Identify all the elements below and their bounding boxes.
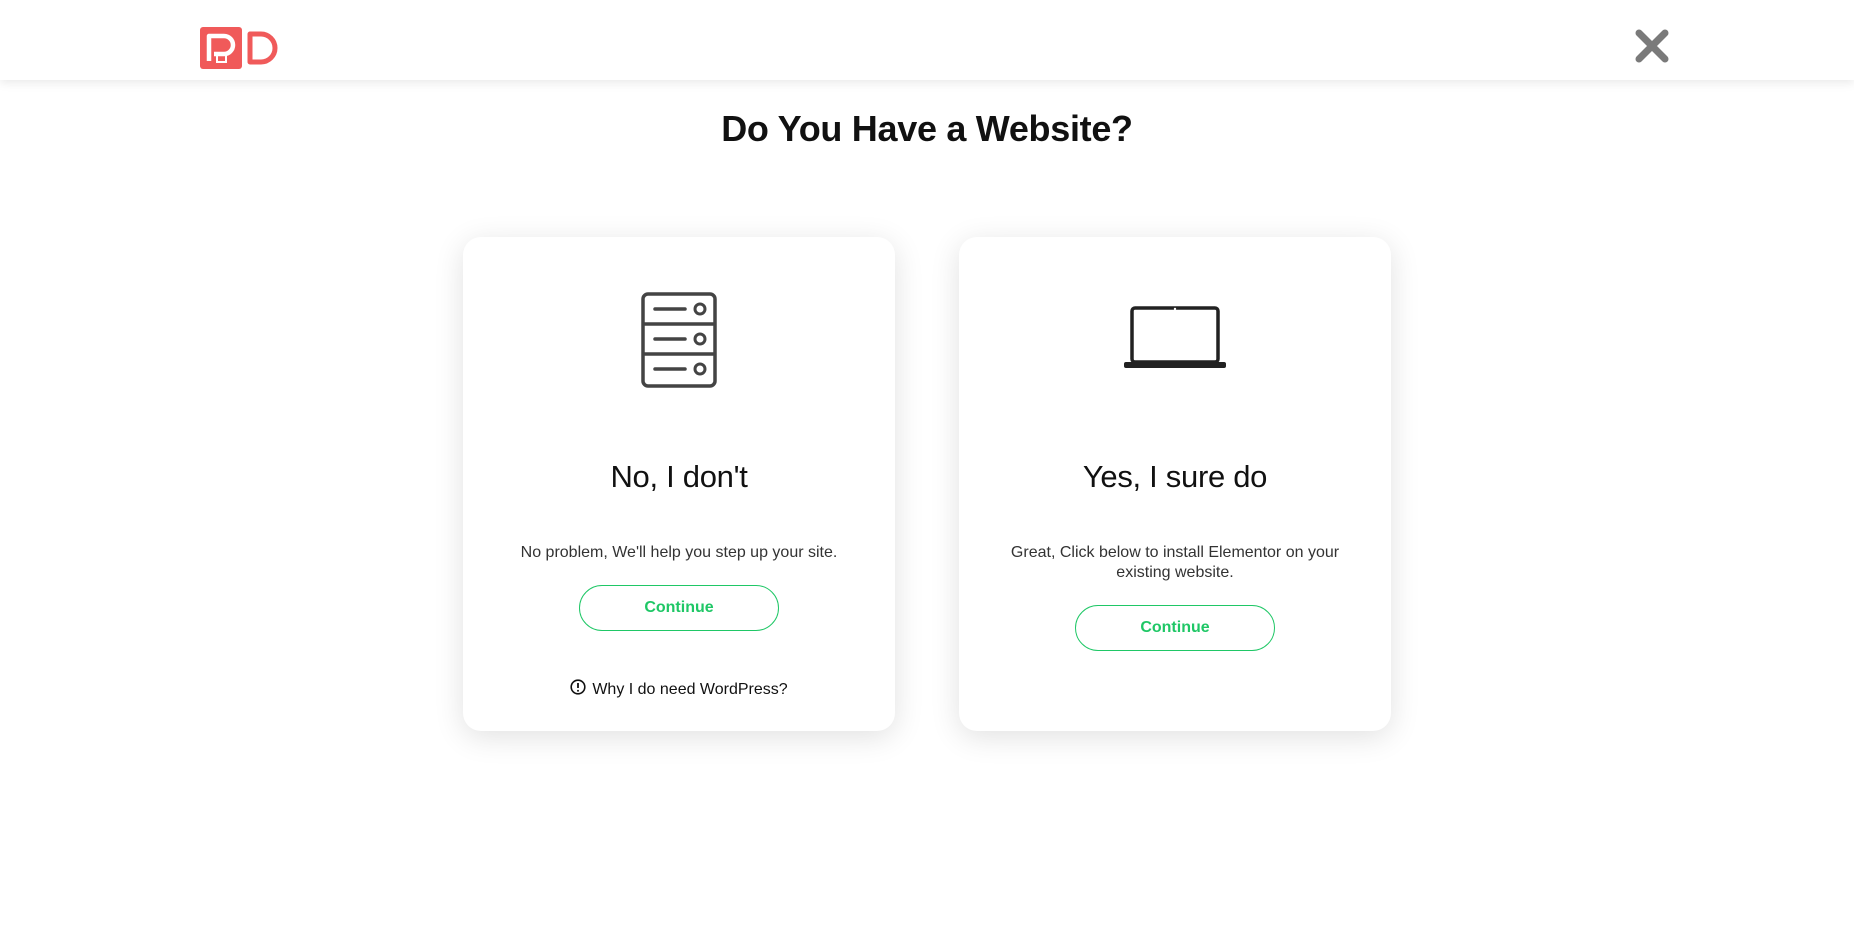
page-title: Do You Have a Website? bbox=[721, 108, 1133, 149]
has-website-card[interactable]: Yes, I sure do Great, Click below to ins… bbox=[959, 237, 1391, 731]
info-icon bbox=[570, 679, 586, 700]
laptop-icon bbox=[959, 306, 1391, 372]
continue-button[interactable]: Continue bbox=[579, 585, 779, 631]
card-heading: No, I don't bbox=[610, 459, 748, 494]
close-icon[interactable] bbox=[1634, 28, 1670, 64]
logo-p-mark bbox=[200, 27, 242, 69]
top-bar bbox=[0, 0, 1854, 80]
card-description: Great, Click below to install Elementor … bbox=[1010, 544, 1340, 581]
help-link-label: Why I do need WordPress? bbox=[592, 680, 788, 698]
no-website-card[interactable]: No, I don't No problem, We'll help you s… bbox=[463, 237, 895, 731]
server-icon bbox=[463, 292, 895, 388]
pd-logo[interactable] bbox=[200, 26, 282, 70]
continue-button[interactable]: Continue bbox=[1075, 605, 1275, 651]
card-heading: Yes, I sure do bbox=[1082, 459, 1268, 494]
card-description: No problem, We'll help you step up your … bbox=[520, 544, 838, 561]
why-wordpress-link[interactable]: Why I do need WordPress? bbox=[463, 679, 895, 700]
logo-d-mark bbox=[245, 27, 281, 69]
